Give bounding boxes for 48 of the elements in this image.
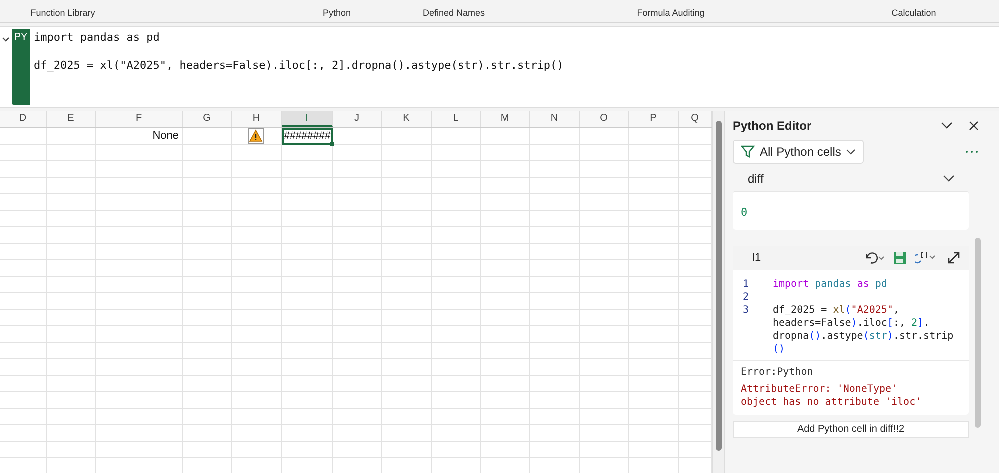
formula-code: import pandas as pd df_2025 = xl("A2025", headers=False).iloc[:, 2].dropna().astype(str).str.strip() [34, 31, 564, 73]
section-title: diff [748, 172, 764, 186]
scrollbar[interactable] [712, 111, 724, 473]
code-line: dropna().astype(str).str.strip [773, 330, 954, 343]
column-header[interactable]: N [530, 111, 580, 127]
line-number: 1 [743, 279, 750, 290]
column-header[interactable]: O [580, 111, 629, 127]
ribbon-group-label: Formula Auditing [637, 8, 705, 18]
ribbon-group-label: Function Library [30, 8, 96, 18]
code-line: import pandas as pd [773, 278, 888, 291]
column-header[interactable]: K [382, 111, 432, 127]
error-label: Error:Python [741, 367, 814, 378]
chevron-icon [846, 149, 856, 155]
column-header[interactable]: L [432, 111, 481, 127]
filter-dropdown[interactable]: All Python cells [733, 140, 864, 164]
column-header[interactable]: P [629, 111, 679, 127]
column-header[interactable]: J [333, 111, 382, 127]
warning-icon[interactable] [248, 128, 264, 144]
ribbon-group-label: Calculation [892, 8, 936, 18]
expand-icon[interactable] [947, 251, 961, 265]
add-python-cell-button[interactable]: Add Python cell in diff!!2 [733, 421, 969, 438]
chevron-icon[interactable] [943, 175, 955, 183]
line-number: 2 [743, 292, 750, 303]
line-number: 3 [743, 305, 750, 316]
filter-icon [741, 145, 755, 159]
column-header[interactable]: M [481, 111, 530, 127]
column-header[interactable]: G [183, 111, 232, 127]
column-header[interactable]: D [0, 111, 47, 127]
pane-title: Python Editor [733, 119, 813, 133]
code-line: df_2025 = xl("A2025", [773, 304, 900, 317]
close-icon[interactable] [969, 121, 979, 131]
python-badge: PY [12, 29, 30, 105]
cell-reference: I1 [752, 252, 762, 264]
ribbon-group-label: Python [322, 8, 352, 18]
chevron-icon[interactable] [941, 122, 953, 130]
column-header[interactable]: I [282, 111, 333, 127]
selected-cell[interactable]: ######## [282, 128, 333, 144]
save-icon[interactable] [893, 251, 907, 265]
cell-text: None [152, 130, 179, 142]
column-header[interactable]: E [47, 111, 96, 127]
code-line: headers=False).iloc[:, 2]. [773, 317, 930, 330]
more-icon[interactable] [965, 150, 979, 154]
ribbon-group-label: Defined Names [422, 8, 486, 18]
output-value: 0 [741, 206, 748, 219]
column-header[interactable]: F [96, 111, 183, 127]
error-message: AttributeError: 'NoneType' object has no attribute 'iloc' [741, 383, 922, 409]
chevron-icon[interactable] [2, 37, 10, 43]
code-line: () [773, 343, 786, 356]
